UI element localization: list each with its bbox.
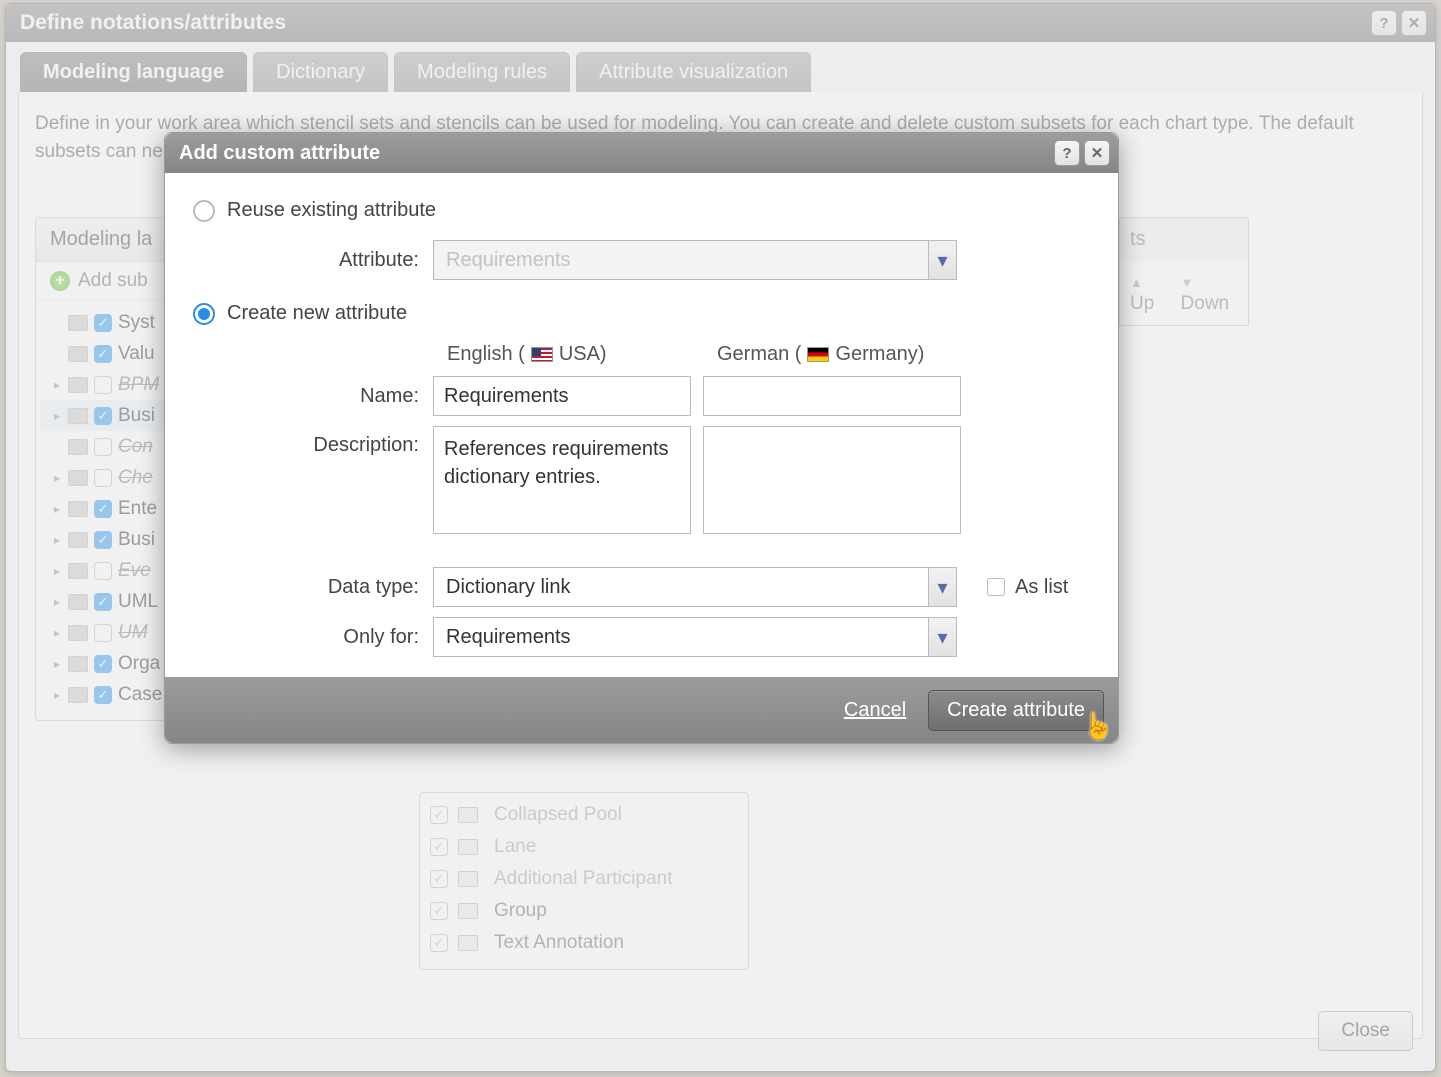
reuse-attribute-value: Requirements [434, 249, 928, 272]
data-type-combo[interactable]: Dictionary link ▾ [433, 567, 957, 607]
radio-icon [193, 303, 215, 325]
flag-us-icon [531, 347, 553, 362]
only-for-value: Requirements [434, 626, 928, 649]
create-attribute-button[interactable]: Create attribute [928, 690, 1104, 731]
description-row: Description: [193, 426, 1090, 539]
chevron-down-icon[interactable]: ▾ [928, 618, 956, 656]
as-list-checkbox[interactable]: As list [987, 576, 1068, 599]
description-label: Description: [193, 426, 433, 457]
attribute-label: Attribute: [193, 249, 433, 272]
radio-icon [193, 200, 215, 222]
reuse-attribute-row: Attribute: Requirements ▾ [193, 240, 1090, 280]
lang-en-header: English ( USA) [447, 343, 705, 366]
lang-de-header: German ( Germany) [717, 343, 975, 366]
only-for-row: Only for: Requirements ▾ [193, 617, 1090, 657]
radio-create-attribute[interactable]: Create new attribute [193, 302, 1090, 325]
chevron-down-icon: ▾ [928, 241, 956, 279]
name-input-de[interactable] [703, 376, 961, 416]
description-input-de[interactable] [703, 426, 961, 534]
description-input-en[interactable] [433, 426, 691, 534]
data-type-value: Dictionary link [434, 576, 928, 599]
inner-titlebar: Add custom attribute ? ✕ [165, 133, 1118, 173]
language-headers: English ( USA) German ( Germany) [447, 343, 1090, 366]
radio-reuse-attribute[interactable]: Reuse existing attribute [193, 199, 1090, 222]
only-for-label: Only for: [193, 626, 433, 649]
define-notations-dialog: Define notations/attributes ? ✕ Modeling… [5, 3, 1436, 1072]
add-custom-attribute-dialog: Add custom attribute ? ✕ Reuse existing … [164, 132, 1119, 744]
inner-footer: Cancel Create attribute [165, 677, 1118, 743]
only-for-combo[interactable]: Requirements ▾ [433, 617, 957, 657]
data-type-row: Data type: Dictionary link ▾ As list [193, 567, 1090, 607]
chevron-down-icon[interactable]: ▾ [928, 568, 956, 606]
inner-dialog-title: Add custom attribute [179, 142, 1050, 165]
close-icon[interactable]: ✕ [1084, 140, 1110, 166]
cancel-button[interactable]: Cancel [844, 699, 906, 722]
name-input-en[interactable] [433, 376, 691, 416]
name-row: Name: [193, 376, 1090, 416]
reuse-attribute-combo: Requirements ▾ [433, 240, 957, 280]
name-label: Name: [193, 385, 433, 408]
checkbox-icon [987, 578, 1005, 596]
help-icon[interactable]: ? [1054, 140, 1080, 166]
flag-de-icon [807, 347, 829, 362]
inner-body: Reuse existing attribute Attribute: Requ… [165, 173, 1118, 677]
data-type-label: Data type: [193, 576, 433, 599]
